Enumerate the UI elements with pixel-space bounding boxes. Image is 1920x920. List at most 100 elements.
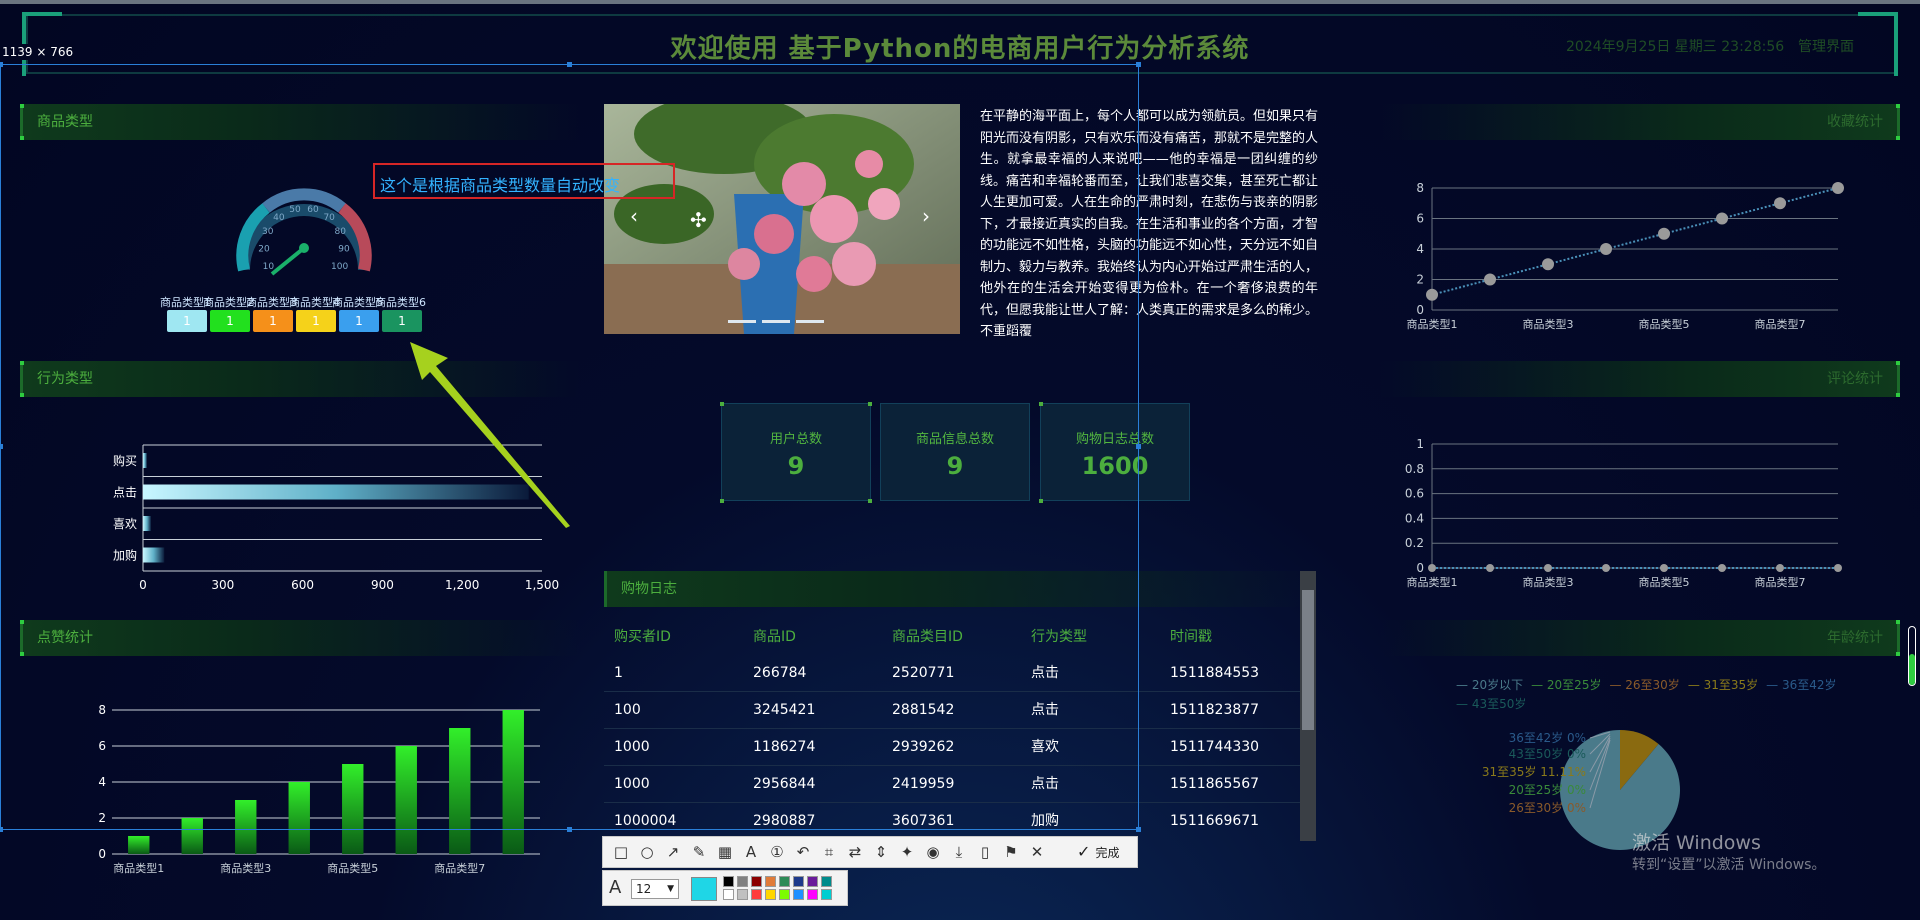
data-point[interactable] xyxy=(1428,564,1436,572)
data-point[interactable] xyxy=(1834,564,1842,572)
circle-icon[interactable]: ○ xyxy=(635,837,659,867)
data-point[interactable] xyxy=(1774,197,1786,210)
rect-icon[interactable]: □ xyxy=(609,837,633,867)
scroll-capture-icon[interactable]: ⇕ xyxy=(869,837,893,867)
translate-icon[interactable]: ⇄ xyxy=(843,837,867,867)
color-swatch[interactable] xyxy=(751,889,762,900)
color-swatch[interactable] xyxy=(821,889,832,900)
pen-icon[interactable]: ✎ xyxy=(687,837,711,867)
color-swatch[interactable] xyxy=(793,889,804,900)
color-swatch[interactable] xyxy=(807,876,818,887)
done-button[interactable]: ✓ 完成 xyxy=(1077,837,1120,867)
legend-item[interactable]: — 20至25岁 xyxy=(1531,676,1601,693)
y-tick-label: 6 xyxy=(1416,212,1424,226)
bar[interactable] xyxy=(128,836,150,854)
number-icon[interactable]: ① xyxy=(765,837,789,867)
x-tick-label: 商品类型7 xyxy=(434,861,485,875)
save-icon[interactable]: ▯ xyxy=(973,837,997,867)
bookmark-icon[interactable]: ⚑ xyxy=(999,837,1023,867)
data-point[interactable] xyxy=(1716,212,1728,225)
y-tick-label: 2 xyxy=(1416,273,1424,287)
selection-handle[interactable] xyxy=(0,62,3,67)
color-swatch[interactable] xyxy=(779,876,790,887)
data-point[interactable] xyxy=(1600,243,1612,255)
selection-handle[interactable] xyxy=(0,444,3,449)
y-tick-label: 4 xyxy=(1416,242,1424,256)
x-tick-label: 商品类型7 xyxy=(1755,317,1806,331)
cell: 1511669671 xyxy=(1170,813,1260,829)
table-scroll-thumb[interactable] xyxy=(1302,590,1314,730)
annotation-arrow[interactable] xyxy=(400,330,580,530)
selection-handle[interactable] xyxy=(0,827,3,832)
cell: 1511744330 xyxy=(1170,739,1260,755)
y-tick-label: 0.6 xyxy=(1405,487,1424,501)
color-swatch[interactable] xyxy=(821,876,832,887)
selection-handle[interactable] xyxy=(567,62,572,67)
download-icon[interactable]: ⤓ xyxy=(947,837,971,867)
selection-handle[interactable] xyxy=(1136,62,1141,67)
data-point[interactable] xyxy=(1486,564,1494,572)
header-datetime: 2024年9月25日 星期三 23:28:56 xyxy=(1566,39,1785,55)
font-size-select[interactable]: 12 ▼ xyxy=(631,879,679,899)
data-point[interactable] xyxy=(1544,564,1552,572)
screenshot-toolbar: □ ○ ↗ ✎ ▦ A ① ↶ ⌗ ⇄ ⇕ ✦ ◉ ⤓ ▯ ⚑ ✕ ✓ 完成 xyxy=(602,836,1138,868)
data-point[interactable] xyxy=(1832,182,1844,194)
corner-dot xyxy=(1896,620,1900,624)
close-icon[interactable]: ✕ xyxy=(1025,837,1049,867)
legend-item[interactable]: — 26至30岁 xyxy=(1609,676,1679,693)
text-icon[interactable]: A xyxy=(739,837,763,867)
data-point[interactable] xyxy=(1602,564,1610,572)
comments-line-chart: 0 0.2 0.4 0.6 0.8 1 商品类型1 商品类型3 商品类型5 商品类型7 xyxy=(1405,437,1842,589)
cell: 1511865567 xyxy=(1170,776,1260,792)
color-swatch[interactable] xyxy=(807,889,818,900)
ocr-icon[interactable]: ⌗ xyxy=(817,837,841,867)
arrow-icon[interactable]: ↗ xyxy=(661,837,685,867)
pin-icon[interactable]: ✦ xyxy=(895,837,919,867)
legend-item[interactable]: — 20岁以下 xyxy=(1456,676,1523,693)
col-timestamp: 时间戳 xyxy=(1170,629,1212,645)
pie-label: 36至42岁 0% xyxy=(1509,730,1586,745)
legend-item[interactable]: — 36至42岁 xyxy=(1766,676,1836,693)
selection-size-label: 1139 × 766 xyxy=(0,44,76,60)
color-swatch[interactable] xyxy=(779,889,790,900)
y-tick-label: 8 xyxy=(1416,181,1424,195)
data-point[interactable] xyxy=(1660,564,1668,572)
color-swatch[interactable] xyxy=(751,876,762,887)
color-swatch[interactable] xyxy=(793,876,804,887)
selection-handle[interactable] xyxy=(1136,444,1141,449)
favorites-line-chart: 0 2 4 6 8 商品类型1 商品类型3 商品类型5 商品类型7 xyxy=(1407,181,1844,331)
data-point[interactable] xyxy=(1658,227,1670,240)
selection-handle[interactable] xyxy=(567,827,572,832)
data-point[interactable] xyxy=(1484,273,1496,286)
color-swatch[interactable] xyxy=(765,889,776,900)
data-point[interactable] xyxy=(1542,258,1554,271)
pie-label: 26至30岁 0% xyxy=(1509,800,1586,815)
mosaic-icon[interactable]: ▦ xyxy=(713,837,737,867)
data-point[interactable] xyxy=(1718,564,1726,572)
y-tick-label: 0 xyxy=(98,847,106,861)
legend-item[interactable]: — 31至35岁 xyxy=(1688,676,1758,693)
color-swatch[interactable] xyxy=(737,889,748,900)
color-swatch[interactable] xyxy=(723,876,734,887)
pie-label: 31至35岁 11.11% xyxy=(1482,764,1586,779)
selected-color-swatch[interactable] xyxy=(691,877,717,901)
undo-icon[interactable]: ↶ xyxy=(791,837,815,867)
selection-handle[interactable] xyxy=(1136,827,1141,832)
color-swatch[interactable] xyxy=(765,876,776,887)
data-point[interactable] xyxy=(1426,288,1438,301)
color-swatch[interactable] xyxy=(723,889,734,900)
color-swatch[interactable] xyxy=(737,876,748,887)
legend-item[interactable]: — 43至50岁 xyxy=(1456,695,1526,712)
font-size-value: 12 xyxy=(636,882,652,896)
pie-label: 43至50岁 0% xyxy=(1509,746,1586,761)
x-tick-label: 商品类型3 xyxy=(1523,317,1574,331)
data-point[interactable] xyxy=(1776,564,1784,572)
x-tick-label: 商品类型1 xyxy=(1407,575,1458,589)
x-tick-label: 商品类型3 xyxy=(220,861,271,875)
corner-dot xyxy=(1896,136,1900,140)
cell: 1511884553 xyxy=(1170,665,1260,681)
admin-link[interactable]: 管理界面 xyxy=(1798,36,1854,56)
record-icon[interactable]: ◉ xyxy=(921,837,945,867)
annotation-text[interactable]: 这个是根据商品类型数量自动改变 xyxy=(380,172,620,196)
x-tick-label: 商品类型5 xyxy=(327,861,378,875)
